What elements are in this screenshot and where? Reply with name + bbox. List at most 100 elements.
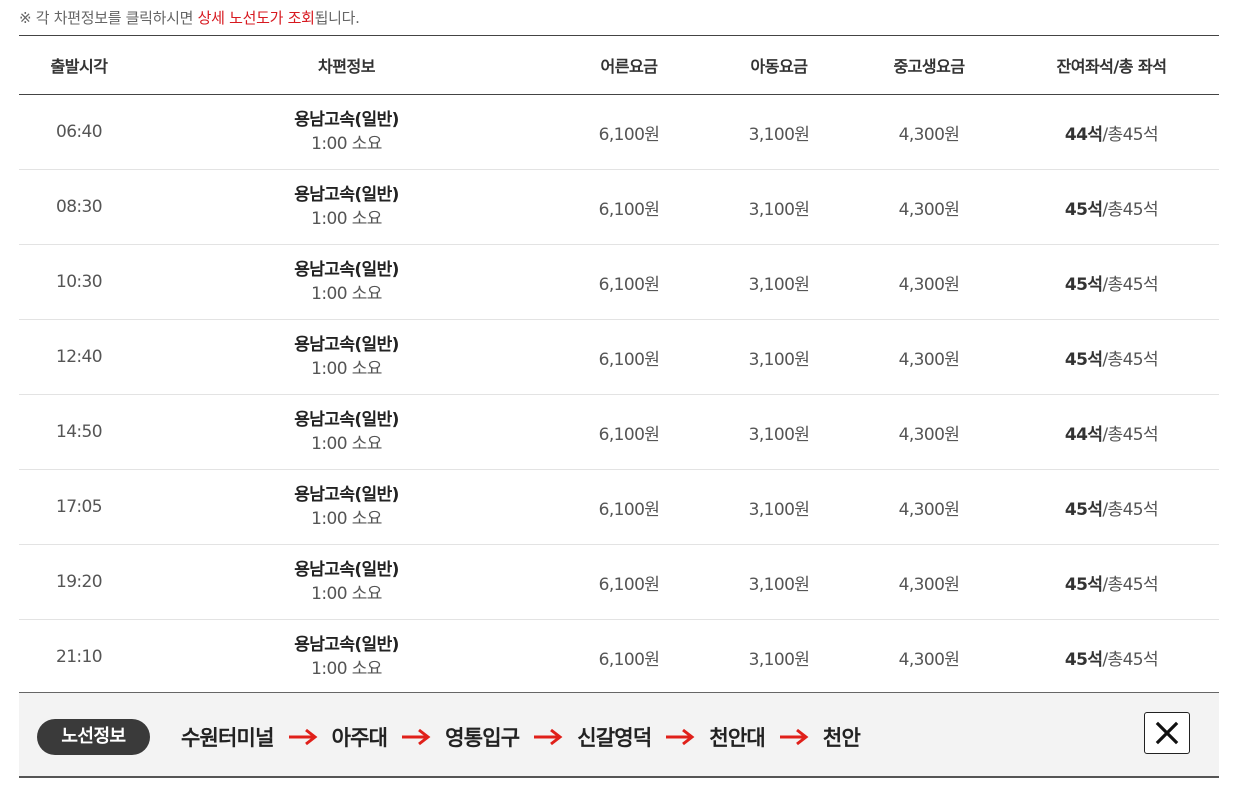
child-fare: 3,100원 bbox=[704, 169, 854, 245]
red-right-arrow-icon bbox=[401, 727, 431, 747]
seats-cell: 44석/총45석 bbox=[1004, 94, 1219, 170]
travel-duration: 1:00 소요 bbox=[311, 509, 382, 529]
travel-duration: 1:00 소요 bbox=[311, 659, 382, 680]
seats-cell: 45석/총45석 bbox=[1004, 319, 1219, 395]
notice-suffix: 됩니다. bbox=[314, 9, 360, 27]
student-fare: 4,300원 bbox=[854, 544, 1004, 620]
bus-company: 용남고속(일반) bbox=[294, 410, 399, 430]
departure-time: 17:05 bbox=[19, 469, 139, 545]
header-seats: 잔여좌석/총 좌석 bbox=[1004, 35, 1219, 95]
seats-cell: 45석/총45석 bbox=[1004, 620, 1219, 695]
departure-time: 12:40 bbox=[19, 319, 139, 395]
table-row[interactable]: 19:20 용남고속(일반) 1:00 소요 6,100원 3,100원 4,300원 45… bbox=[19, 544, 1219, 620]
seats-cell: 45석/총45석 bbox=[1004, 544, 1219, 620]
route-stop: 천안 bbox=[822, 726, 861, 750]
table-row[interactable]: 12:40 용남고속(일반) 1:00 소요 6,100원 3,100원 4,300원 45… bbox=[19, 319, 1219, 395]
student-fare: 4,300원 bbox=[854, 169, 1004, 245]
bus-info-cell: 용남고속(일반) 1:00 소요 bbox=[139, 544, 554, 620]
table-row[interactable]: 21:10 용남고속(일반) 1:00 소요 6,100원 3,100원 4,300원 45… bbox=[19, 620, 1219, 695]
child-fare: 3,100원 bbox=[704, 544, 854, 620]
adult-fare: 6,100원 bbox=[554, 544, 704, 620]
header-bus-info: 차편정보 bbox=[139, 35, 554, 95]
seats-cell: 45석/총45석 bbox=[1004, 244, 1219, 320]
child-fare: 3,100원 bbox=[704, 394, 854, 470]
adult-fare: 6,100원 bbox=[554, 469, 704, 545]
schedule-table: 출발시각 차편정보 어른요금 아동요금 중고생요금 잔여좌석/총 좌석 06:4… bbox=[19, 35, 1219, 695]
notice-prefix: ※ 각 차편정보를 클릭하시면 bbox=[19, 9, 198, 27]
departure-time: 10:30 bbox=[19, 244, 139, 320]
route-stop: 수원터미널 bbox=[181, 726, 274, 750]
table-row[interactable]: 14:50 용남고속(일반) 1:00 소요 6,100원 3,100원 4,300원 44… bbox=[19, 394, 1219, 470]
seats-total: /총45석 bbox=[1102, 274, 1159, 295]
red-right-arrow-icon bbox=[533, 727, 563, 747]
bus-company: 용남고속(일반) bbox=[294, 185, 399, 205]
bus-company: 용남고속(일반) bbox=[294, 110, 399, 130]
table-row[interactable]: 06:40 용남고속(일반) 1:00 소요 6,100원 3,100원 4,300원 44… bbox=[19, 94, 1219, 170]
seats-cell: 44석/총45석 bbox=[1004, 394, 1219, 470]
table-row[interactable]: 08:30 용남고속(일반) 1:00 소요 6,100원 3,100원 4,300원 45… bbox=[19, 169, 1219, 245]
seats-remaining: 45석 bbox=[1064, 199, 1103, 220]
bus-info-cell: 용남고속(일반) 1:00 소요 bbox=[139, 244, 554, 320]
child-fare: 3,100원 bbox=[704, 244, 854, 320]
seats-total: /총45석 bbox=[1102, 424, 1159, 445]
route-info-bar: 노선정보 수원터미널 아주대 영통입구 신갈영덕 천안대 천안 bbox=[19, 692, 1219, 778]
red-right-arrow-icon bbox=[779, 727, 809, 747]
header-adult-fare: 어른요금 bbox=[554, 35, 704, 95]
travel-duration: 1:00 소요 bbox=[311, 359, 382, 379]
seats-remaining: 45석 bbox=[1064, 649, 1103, 670]
travel-duration: 1:00 소요 bbox=[311, 134, 382, 154]
table-row[interactable]: 17:05 용남고속(일반) 1:00 소요 6,100원 3,100원 4,300원 45… bbox=[19, 469, 1219, 545]
child-fare: 3,100원 bbox=[704, 319, 854, 395]
close-x-icon bbox=[1155, 721, 1179, 745]
travel-duration: 1:00 소요 bbox=[311, 284, 382, 304]
table-header-row: 출발시각 차편정보 어른요금 아동요금 중고생요금 잔여좌석/총 좌석 bbox=[19, 35, 1219, 95]
departure-time: 06:40 bbox=[19, 94, 139, 170]
route-stop: 영통입구 bbox=[445, 726, 520, 750]
seats-total: /총45석 bbox=[1102, 199, 1159, 220]
seats-total: /총45석 bbox=[1102, 499, 1159, 520]
seats-total: /총45석 bbox=[1102, 649, 1159, 670]
bus-info-cell: 용남고속(일반) 1:00 소요 bbox=[139, 319, 554, 395]
student-fare: 4,300원 bbox=[854, 469, 1004, 545]
child-fare: 3,100원 bbox=[704, 94, 854, 170]
bus-company: 용남고속(일반) bbox=[294, 560, 399, 580]
header-departure-time: 출발시각 bbox=[19, 35, 139, 95]
route-info-badge: 노선정보 bbox=[37, 719, 150, 755]
seats-remaining: 45석 bbox=[1064, 574, 1103, 595]
travel-duration: 1:00 소요 bbox=[311, 434, 382, 454]
seats-total: /총45석 bbox=[1102, 124, 1159, 145]
header-child-fare: 아동요금 bbox=[704, 35, 854, 95]
adult-fare: 6,100원 bbox=[598, 649, 660, 670]
seats-remaining: 44석 bbox=[1064, 124, 1103, 145]
notice-text: ※ 각 차편정보를 클릭하시면 상세 노선도가 조회됩니다. bbox=[19, 6, 360, 30]
adult-fare: 6,100원 bbox=[554, 94, 704, 170]
bus-info-cell: 용남고속(일반) 1:00 소요 bbox=[139, 469, 554, 545]
student-fare: 4,300원 bbox=[854, 394, 1004, 470]
bus-info-cell: 용남고속(일반) 1:00 소요 bbox=[139, 394, 554, 470]
seats-total: /총45석 bbox=[1102, 574, 1159, 595]
adult-fare: 6,100원 bbox=[554, 244, 704, 320]
departure-time: 14:50 bbox=[19, 394, 139, 470]
departure-time: 19:20 bbox=[19, 544, 139, 620]
table-row[interactable]: 10:30 용남고속(일반) 1:00 소요 6,100원 3,100원 4,300원 45… bbox=[19, 244, 1219, 320]
seats-remaining: 45석 bbox=[1064, 349, 1103, 370]
adult-fare: 6,100원 bbox=[554, 319, 704, 395]
adult-fare: 6,100원 bbox=[554, 394, 704, 470]
notice-highlight: 상세 노선도가 조회 bbox=[197, 9, 315, 27]
close-button[interactable] bbox=[1144, 712, 1190, 754]
child-fare: 3,100원 bbox=[704, 469, 854, 545]
child-fare: 3,100원 bbox=[748, 649, 810, 670]
seats-cell: 45석/총45석 bbox=[1004, 169, 1219, 245]
travel-duration: 1:00 소요 bbox=[311, 209, 382, 229]
red-right-arrow-icon bbox=[288, 727, 318, 747]
departure-time: 21:10 bbox=[56, 647, 103, 668]
seats-cell: 45석/총45석 bbox=[1004, 469, 1219, 545]
route-stop: 신갈영덕 bbox=[577, 726, 652, 750]
route-stop: 천안대 bbox=[709, 726, 765, 750]
bus-info-cell: 용남고속(일반) 1:00 소요 bbox=[139, 169, 554, 245]
seats-total: /총45석 bbox=[1102, 349, 1159, 370]
student-fare: 4,300원 bbox=[854, 319, 1004, 395]
red-right-arrow-icon bbox=[665, 727, 695, 747]
bus-info-cell: 용남고속(일반) 1:00 소요 bbox=[139, 94, 554, 170]
travel-duration: 1:00 소요 bbox=[311, 584, 382, 604]
